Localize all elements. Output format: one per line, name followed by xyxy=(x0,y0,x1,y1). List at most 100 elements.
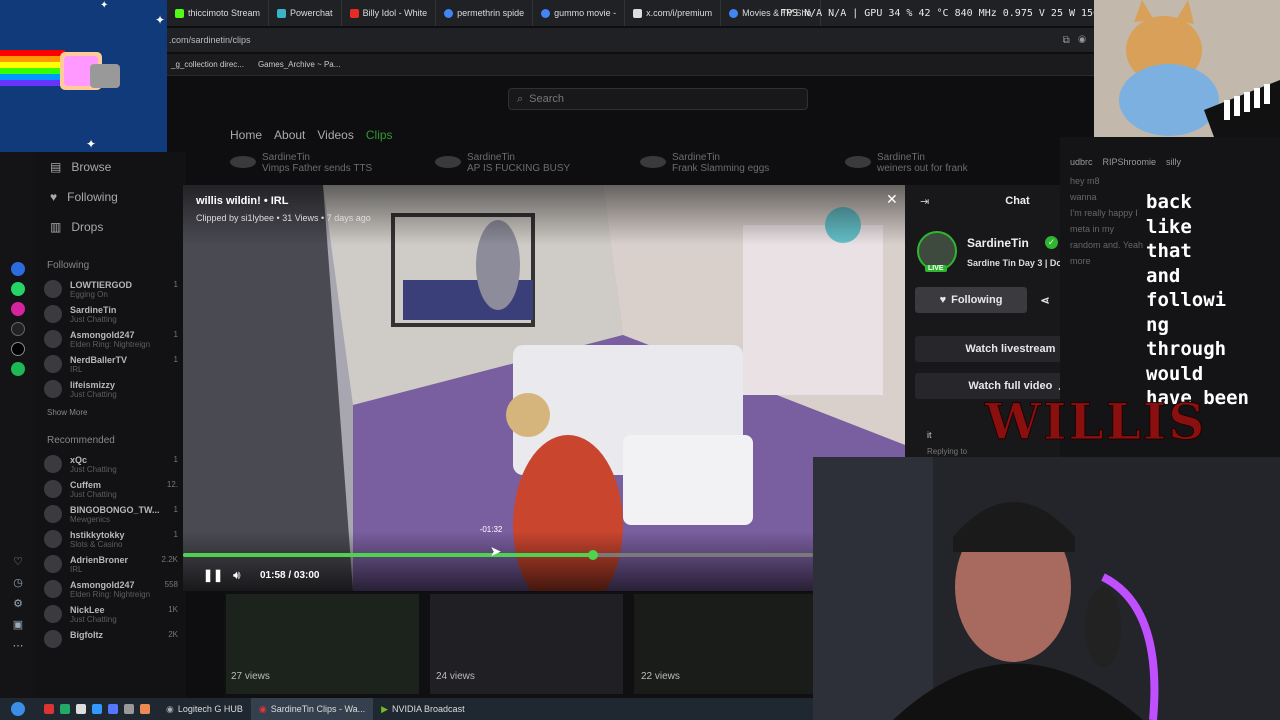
tab-home[interactable]: Home xyxy=(230,128,262,142)
viewer-count: 1 xyxy=(173,355,178,364)
browser-tab[interactable]: thiccimoto Stream xyxy=(167,0,270,26)
following-button[interactable]: ♥ Following xyxy=(915,287,1027,313)
browser-tab[interactable]: x.com/i/premium xyxy=(625,0,722,26)
channel-category: Just Chatting xyxy=(70,315,117,324)
sidebar-channel[interactable]: lifeismizzy Just Chatting xyxy=(36,377,186,402)
app-icon[interactable] xyxy=(76,704,86,714)
bookmark[interactable]: Games_Archive ~ Pa... xyxy=(258,60,340,69)
chat-user: silly xyxy=(1166,157,1182,167)
viewer-count: 1K xyxy=(168,605,178,614)
viewer-count: 12. xyxy=(166,480,178,489)
google-icon xyxy=(541,8,551,18)
google-icon xyxy=(729,8,739,18)
taskbar-item[interactable]: ▶ NVIDIA Broadcast xyxy=(373,698,472,720)
channel-category: IRL xyxy=(70,365,83,374)
sidebar-browse[interactable]: ▤ Browse xyxy=(36,152,186,182)
os-side-dock: ♡ ◷ ⚙ ▣ ⋯ xyxy=(0,152,36,700)
sidebar-channel[interactable]: Asmongold247 Elden Ring: Nightreign 1 xyxy=(36,327,186,352)
chat-line: hey m8 xyxy=(1070,176,1100,186)
seek-handle[interactable] xyxy=(587,550,598,560)
google-icon xyxy=(444,8,454,18)
tab-about[interactable]: About xyxy=(274,128,305,142)
tiktok-icon[interactable] xyxy=(11,322,25,336)
willis-logo: WILLIS xyxy=(984,392,1207,452)
spotify-icon[interactable] xyxy=(11,362,25,376)
browser-tab[interactable]: gummo movie - xyxy=(533,0,626,26)
app-icon[interactable] xyxy=(92,704,102,714)
avatar xyxy=(44,380,62,398)
search-placeholder: Search xyxy=(529,93,565,105)
app-icon[interactable] xyxy=(124,704,134,714)
windows-taskbar: ◉ Logitech G HUB ◉ SardineTin Clips - Wa..… xyxy=(0,698,813,720)
app-icon[interactable] xyxy=(11,262,25,276)
tab-clips[interactable]: Clips xyxy=(366,128,393,142)
browse-icon: ▤ xyxy=(50,160,62,174)
fps-overlay: FPS N/A N/A | GPU 34 % 42 °C 840 MHz 0.9… xyxy=(780,8,1130,19)
clip-title: weiners out for frank xyxy=(877,163,968,174)
sidebar-drops[interactable]: ▥ Drops xyxy=(36,212,186,242)
search-input[interactable]: ⌕ Search xyxy=(508,88,808,110)
sidebar-following[interactable]: ♥ Following xyxy=(36,182,186,212)
reply-context: Replying to xyxy=(927,447,968,456)
clip-video-player[interactable]: willis wildin! • IRL Clipped by si1lybee… xyxy=(183,185,905,591)
favorites-icon[interactable]: ♡ ◷ ⚙ ▣ ⋯ xyxy=(0,552,36,657)
address-bar[interactable]: .com/sardinetin/clips ⧉ ◉ xyxy=(167,28,1094,52)
sidebar-channel[interactable]: BINGOBONGO_TW... Mewgenics 1 xyxy=(36,502,186,527)
start-button[interactable] xyxy=(0,698,36,720)
sidebar-channel[interactable]: Bigfoltz 2K xyxy=(36,627,186,651)
x-icon[interactable] xyxy=(11,342,25,356)
app-icon[interactable] xyxy=(140,704,150,714)
channel-name[interactable]: SardineTin xyxy=(967,236,1029,250)
seek-bar-fill xyxy=(183,553,593,557)
sidebar-channel[interactable]: SardineTin Just Chatting xyxy=(36,302,186,327)
keyboard-cat-overlay xyxy=(1094,0,1280,137)
sidebar-channel[interactable]: NickLee Just Chatting 1K xyxy=(36,602,186,627)
clip-card[interactable]: SardineTin Vimps Father sends TTS xyxy=(230,152,420,174)
close-icon[interactable]: ✕ xyxy=(886,191,898,208)
channel-nav: Home About Videos Clips xyxy=(230,128,393,142)
tab-videos[interactable]: Videos xyxy=(317,128,353,142)
streamer-webcam-image xyxy=(813,457,1280,720)
app-icon[interactable] xyxy=(60,704,70,714)
clip-card[interactable]: SardineTin AP IS FUCKING BUSY xyxy=(435,152,625,174)
app-icon[interactable] xyxy=(108,704,118,714)
windows-icon xyxy=(11,702,25,716)
viewer-count: 1 xyxy=(173,330,178,339)
channel-name: SardineTin xyxy=(70,305,117,315)
clip-card[interactable]: SardineTin Frank Slamming eggs xyxy=(640,152,830,174)
avatar xyxy=(44,330,62,348)
browser-icon: ◉ xyxy=(258,703,267,714)
clip-views: 24 views xyxy=(436,671,475,682)
browser-tab[interactable]: permethrin spide xyxy=(436,0,534,26)
pause-icon[interactable]: ❚❚ xyxy=(203,568,223,582)
taskbar-item[interactable]: ◉ SardineTin Clips - Wa... xyxy=(250,698,374,720)
clip-meta: Clipped by si1lybee • 31 Views • 7 days … xyxy=(196,213,371,223)
browser-tab[interactable]: Billy Idol - White xyxy=(342,0,437,26)
channel-category: Elden Ring: Nightreign xyxy=(70,340,151,349)
app-icon[interactable] xyxy=(44,704,54,714)
sidebar-channel[interactable]: NerdBallerTV IRL 1 xyxy=(36,352,186,377)
instagram-icon[interactable] xyxy=(11,302,25,316)
sidebar-channel[interactable]: Asmongold247 Elden Ring: Nightreign 558 xyxy=(36,577,186,602)
sidebar-channel[interactable]: Cuffem Just Chatting 12. xyxy=(36,477,186,502)
lyric-line: would xyxy=(1146,362,1204,385)
show-more-link[interactable]: Show More xyxy=(36,402,186,423)
clip-card[interactable]: SardineTin weiners out for frank xyxy=(845,152,1035,174)
time-display: 01:58 / 03:00 xyxy=(260,570,320,581)
share-icon[interactable]: ⋖ xyxy=(1034,287,1056,313)
clip-views: 22 views xyxy=(641,671,680,682)
viewer-count: 2K xyxy=(168,630,178,639)
lyric-line: back xyxy=(1146,191,1192,213)
browser-tab[interactable]: Powerchat xyxy=(269,0,342,26)
whatsapp-icon[interactable] xyxy=(11,282,25,296)
nyan-cat-image: ✦ ✦ ✦ xyxy=(0,0,165,151)
viewer-count: 558 xyxy=(164,580,178,589)
volume-icon[interactable]: 🔊︎ xyxy=(233,568,241,583)
sidebar-channel[interactable]: LOWTIERGOD Egging On 1 xyxy=(36,277,186,302)
sidebar-channel[interactable]: AdrienBroner IRL 2.2K xyxy=(36,552,186,577)
sidebar-channel[interactable]: xQc Just Chatting 1 xyxy=(36,452,186,477)
share-icon[interactable]: ⧉ ◉ xyxy=(1063,35,1086,46)
bookmark[interactable]: _g_collection direc... xyxy=(171,60,244,69)
sidebar-channel[interactable]: hstikkytokky Slots & Casino 1 xyxy=(36,527,186,552)
taskbar-item[interactable]: ◉ Logitech G HUB xyxy=(158,698,251,720)
